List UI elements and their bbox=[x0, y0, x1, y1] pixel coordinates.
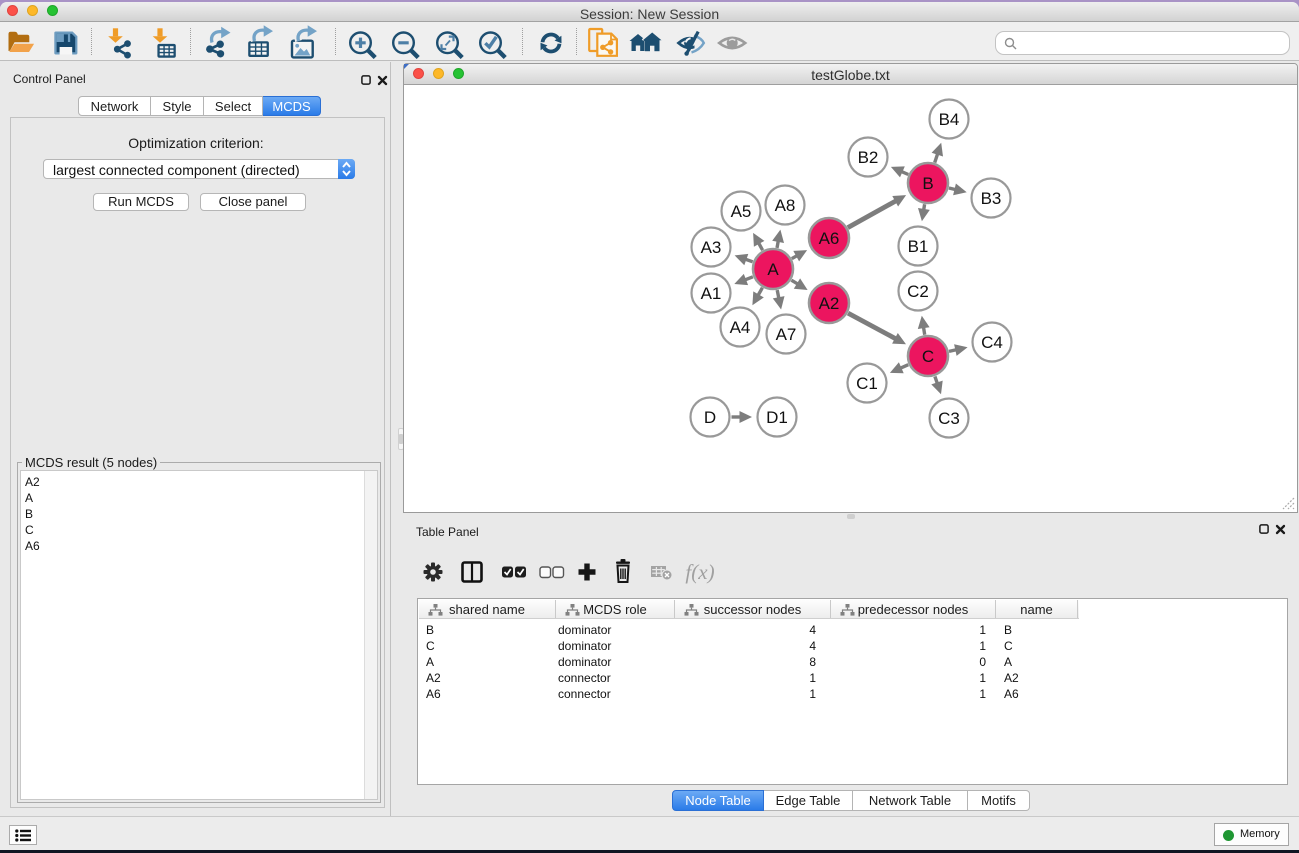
svg-text:C2: C2 bbox=[907, 282, 929, 301]
svg-text:A2: A2 bbox=[819, 294, 840, 313]
svg-text:B: B bbox=[922, 174, 933, 193]
svg-text:D1: D1 bbox=[766, 408, 788, 427]
svg-text:D: D bbox=[704, 408, 716, 427]
svg-text:A1: A1 bbox=[701, 284, 722, 303]
svg-text:A6: A6 bbox=[819, 229, 840, 248]
svg-text:C3: C3 bbox=[938, 409, 960, 428]
svg-text:C: C bbox=[922, 347, 934, 366]
svg-text:C4: C4 bbox=[981, 333, 1003, 352]
svg-text:A4: A4 bbox=[730, 318, 751, 337]
svg-text:B4: B4 bbox=[939, 110, 960, 129]
svg-text:B2: B2 bbox=[858, 148, 879, 167]
svg-text:f(x): f(x) bbox=[685, 560, 714, 584]
svg-text:C1: C1 bbox=[856, 374, 878, 393]
svg-text:A7: A7 bbox=[776, 325, 797, 344]
svg-text:A5: A5 bbox=[731, 202, 752, 221]
svg-text:A: A bbox=[767, 260, 779, 279]
svg-text:B1: B1 bbox=[908, 237, 929, 256]
svg-text:A3: A3 bbox=[701, 238, 722, 257]
svg-text:A8: A8 bbox=[775, 196, 796, 215]
svg-text:B3: B3 bbox=[981, 189, 1002, 208]
